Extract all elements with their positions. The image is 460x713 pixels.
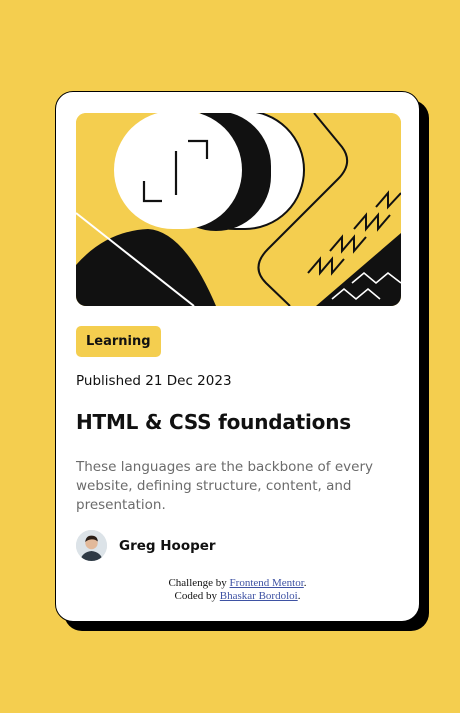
avatar [76, 530, 107, 561]
attribution-challenge-suffix: . [303, 577, 307, 589]
attribution-coded-prefix: Coded by [174, 590, 220, 602]
hero-illustration [76, 113, 401, 306]
author-name: Greg Hooper [119, 537, 216, 554]
author-profile-link[interactable]: Bhaskar Bordoloi [220, 590, 298, 602]
attribution-line-2: Coded by Bhaskar Bordoloi. [56, 590, 419, 603]
card-title[interactable]: HTML & CSS foundations [76, 410, 351, 434]
attribution-coded-suffix: . [297, 590, 301, 602]
author-info: Greg Hooper [76, 530, 216, 561]
attribution-line-1: Challenge by Frontend Mentor. [56, 577, 419, 590]
attribution-challenge-prefix: Challenge by [168, 577, 230, 589]
blog-preview-card: Learning Published 21 Dec 2023 HTML & CS… [55, 91, 420, 622]
attribution: Challenge by Frontend Mentor. Coded by B… [56, 577, 419, 603]
category-tag: Learning [76, 326, 161, 357]
frontend-mentor-link[interactable]: Frontend Mentor [230, 577, 304, 589]
card-description: These languages are the backbone of ever… [76, 459, 373, 513]
published-date: Published 21 Dec 2023 [76, 373, 232, 389]
